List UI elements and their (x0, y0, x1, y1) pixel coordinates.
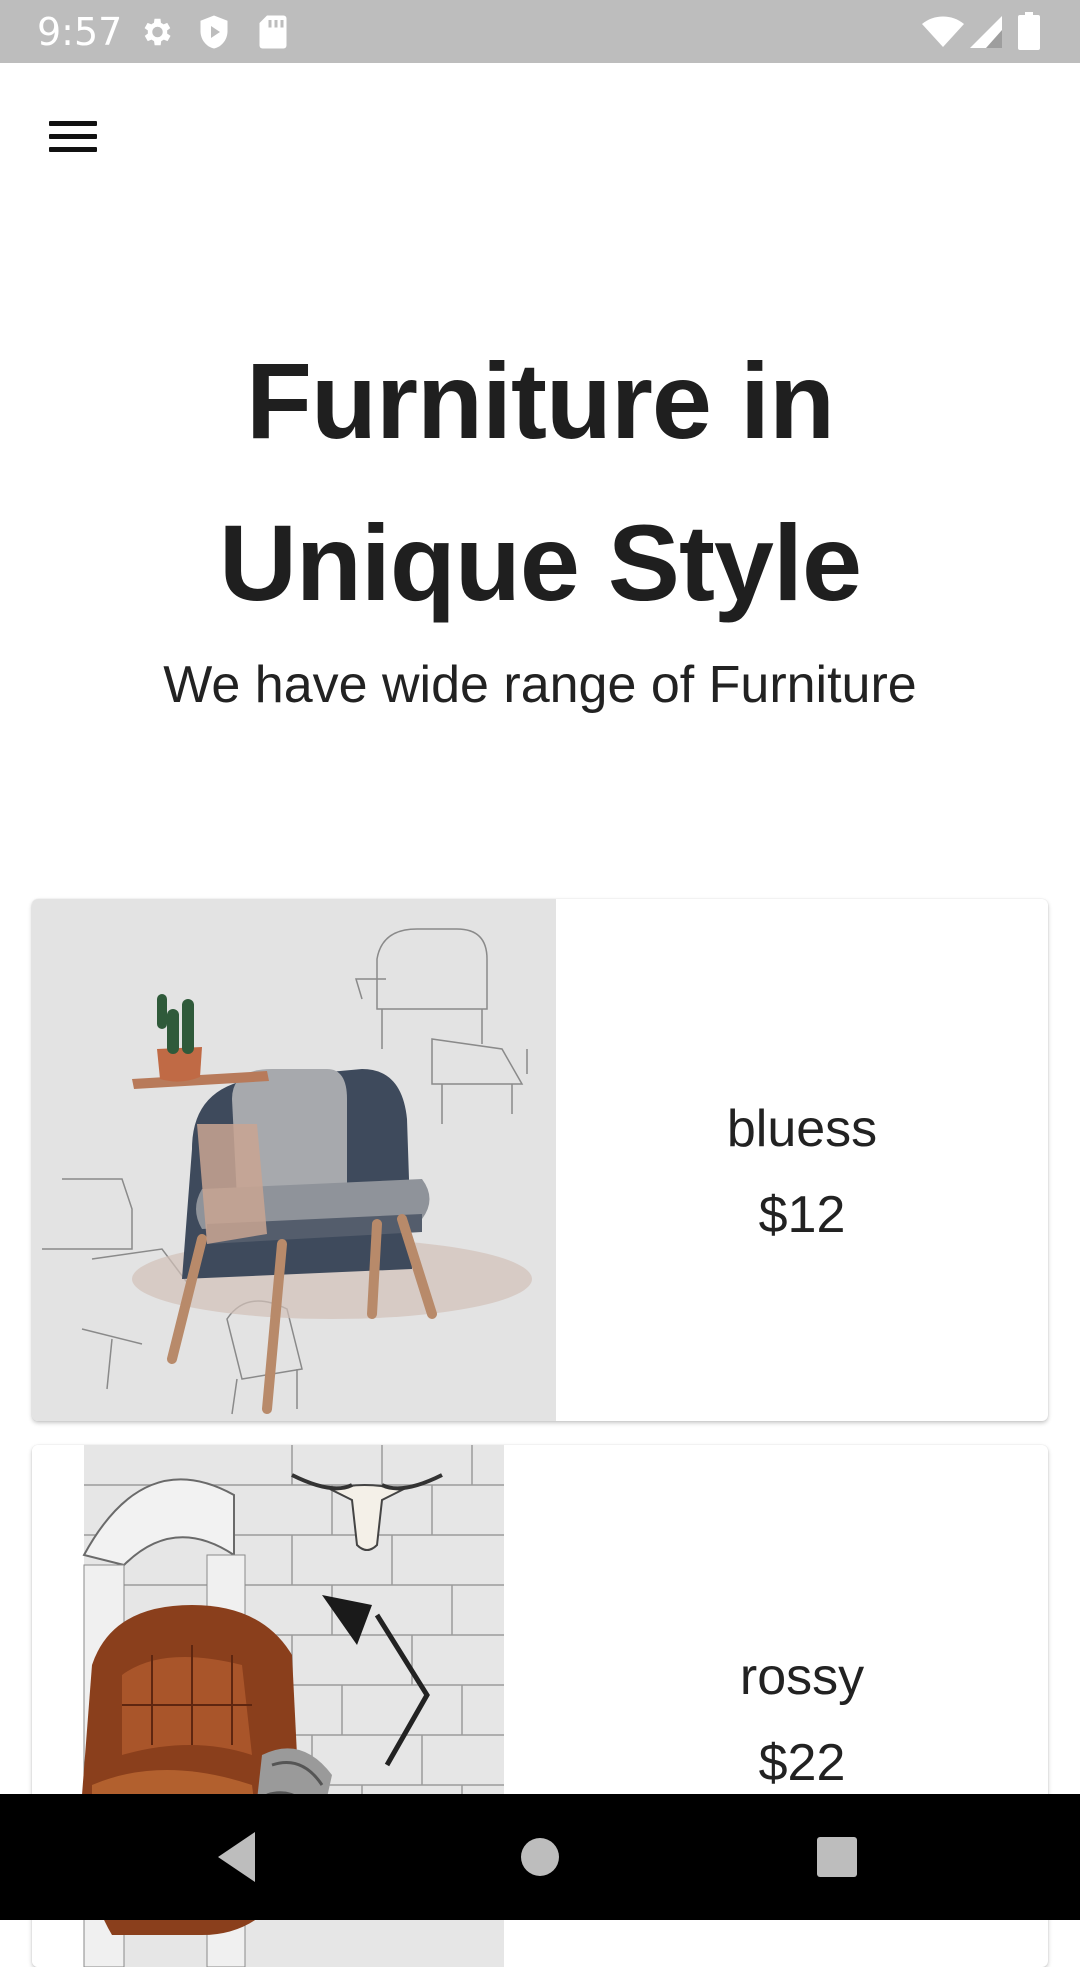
product-price: $12 (758, 1186, 846, 1244)
product-name: rossy (739, 1648, 865, 1706)
recents-icon (817, 1837, 857, 1877)
product-info: bluess $12 (556, 899, 1048, 1421)
armchair-sketch-image (32, 899, 556, 1421)
navigation-bar (0, 1794, 1080, 1920)
page-title: Furniture in Unique Style (0, 320, 1080, 644)
title-line-2: Unique Style (218, 502, 862, 623)
back-button[interactable] (180, 1794, 300, 1920)
title-line-1: Furniture in (246, 340, 835, 461)
home-icon (521, 1838, 559, 1876)
back-icon (218, 1832, 255, 1882)
shield-icon (200, 15, 228, 49)
page-subtitle: We have wide range of Furniture (163, 656, 917, 714)
recents-button[interactable] (777, 1794, 897, 1920)
status-bar: 9:57 (0, 0, 1080, 63)
product-card[interactable]: bluess $12 (32, 899, 1048, 1421)
home-button[interactable] (480, 1794, 600, 1920)
gear-icon (144, 18, 171, 46)
product-name: bluess (726, 1100, 878, 1158)
sd-card-icon (259, 15, 287, 49)
status-time: 9:57 (37, 10, 123, 54)
signal-icon (970, 16, 1002, 48)
product-price: $22 (758, 1734, 846, 1792)
battery-icon (1018, 12, 1040, 50)
wifi-icon (922, 16, 964, 47)
menu-button[interactable] (36, 104, 112, 168)
